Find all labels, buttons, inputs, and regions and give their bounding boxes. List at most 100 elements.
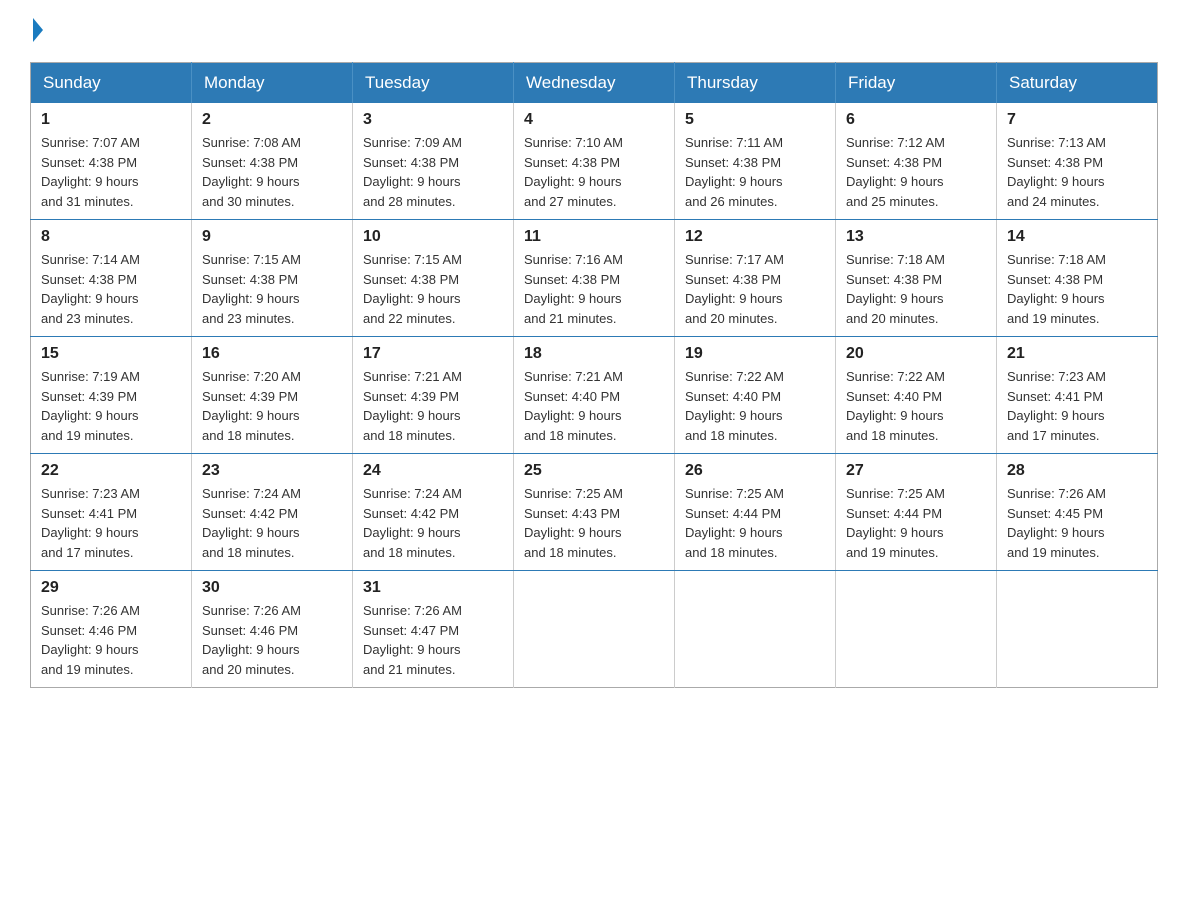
calendar-cell: 11 Sunrise: 7:16 AMSunset: 4:38 PMDaylig… [514,220,675,337]
day-number: 5 [685,111,825,129]
calendar-cell: 15 Sunrise: 7:19 AMSunset: 4:39 PMDaylig… [31,337,192,454]
weekday-header-sunday: Sunday [31,63,192,104]
calendar-cell: 18 Sunrise: 7:21 AMSunset: 4:40 PMDaylig… [514,337,675,454]
logo-blue-part [30,20,43,42]
day-info: Sunrise: 7:15 AMSunset: 4:38 PMDaylight:… [363,252,462,326]
calendar-cell: 2 Sunrise: 7:08 AMSunset: 4:38 PMDayligh… [192,103,353,220]
day-info: Sunrise: 7:07 AMSunset: 4:38 PMDaylight:… [41,135,140,209]
calendar-cell: 1 Sunrise: 7:07 AMSunset: 4:38 PMDayligh… [31,103,192,220]
day-info: Sunrise: 7:26 AMSunset: 4:47 PMDaylight:… [363,603,462,677]
calendar-cell: 8 Sunrise: 7:14 AMSunset: 4:38 PMDayligh… [31,220,192,337]
calendar-cell: 27 Sunrise: 7:25 AMSunset: 4:44 PMDaylig… [836,454,997,571]
calendar-cell: 12 Sunrise: 7:17 AMSunset: 4:38 PMDaylig… [675,220,836,337]
day-number: 9 [202,228,342,246]
calendar-week-row: 1 Sunrise: 7:07 AMSunset: 4:38 PMDayligh… [31,103,1158,220]
day-number: 25 [524,462,664,480]
calendar-week-row: 22 Sunrise: 7:23 AMSunset: 4:41 PMDaylig… [31,454,1158,571]
calendar-cell [675,571,836,688]
calendar-week-row: 15 Sunrise: 7:19 AMSunset: 4:39 PMDaylig… [31,337,1158,454]
day-info: Sunrise: 7:24 AMSunset: 4:42 PMDaylight:… [363,486,462,560]
calendar-cell: 23 Sunrise: 7:24 AMSunset: 4:42 PMDaylig… [192,454,353,571]
calendar-cell: 7 Sunrise: 7:13 AMSunset: 4:38 PMDayligh… [997,103,1158,220]
calendar-cell: 26 Sunrise: 7:25 AMSunset: 4:44 PMDaylig… [675,454,836,571]
day-info: Sunrise: 7:22 AMSunset: 4:40 PMDaylight:… [685,369,784,443]
calendar-cell: 22 Sunrise: 7:23 AMSunset: 4:41 PMDaylig… [31,454,192,571]
day-number: 31 [363,579,503,597]
day-info: Sunrise: 7:25 AMSunset: 4:43 PMDaylight:… [524,486,623,560]
day-info: Sunrise: 7:21 AMSunset: 4:39 PMDaylight:… [363,369,462,443]
calendar-cell: 24 Sunrise: 7:24 AMSunset: 4:42 PMDaylig… [353,454,514,571]
day-number: 14 [1007,228,1147,246]
weekday-header-saturday: Saturday [997,63,1158,104]
weekday-header-monday: Monday [192,63,353,104]
calendar-cell [514,571,675,688]
day-number: 29 [41,579,181,597]
calendar-cell: 30 Sunrise: 7:26 AMSunset: 4:46 PMDaylig… [192,571,353,688]
day-number: 26 [685,462,825,480]
weekday-header-tuesday: Tuesday [353,63,514,104]
day-number: 21 [1007,345,1147,363]
calendar-cell [836,571,997,688]
calendar-cell: 9 Sunrise: 7:15 AMSunset: 4:38 PMDayligh… [192,220,353,337]
calendar-table: SundayMondayTuesdayWednesdayThursdayFrid… [30,62,1158,688]
day-number: 20 [846,345,986,363]
day-info: Sunrise: 7:09 AMSunset: 4:38 PMDaylight:… [363,135,462,209]
calendar-week-row: 29 Sunrise: 7:26 AMSunset: 4:46 PMDaylig… [31,571,1158,688]
day-number: 16 [202,345,342,363]
day-number: 2 [202,111,342,129]
day-info: Sunrise: 7:17 AMSunset: 4:38 PMDaylight:… [685,252,784,326]
day-info: Sunrise: 7:15 AMSunset: 4:38 PMDaylight:… [202,252,301,326]
day-number: 4 [524,111,664,129]
day-number: 18 [524,345,664,363]
day-info: Sunrise: 7:16 AMSunset: 4:38 PMDaylight:… [524,252,623,326]
day-number: 17 [363,345,503,363]
day-number: 22 [41,462,181,480]
day-number: 7 [1007,111,1147,129]
day-info: Sunrise: 7:24 AMSunset: 4:42 PMDaylight:… [202,486,301,560]
day-number: 3 [363,111,503,129]
weekday-header-friday: Friday [836,63,997,104]
calendar-cell: 21 Sunrise: 7:23 AMSunset: 4:41 PMDaylig… [997,337,1158,454]
calendar-cell [997,571,1158,688]
calendar-cell: 25 Sunrise: 7:25 AMSunset: 4:43 PMDaylig… [514,454,675,571]
day-info: Sunrise: 7:26 AMSunset: 4:45 PMDaylight:… [1007,486,1106,560]
day-info: Sunrise: 7:25 AMSunset: 4:44 PMDaylight:… [685,486,784,560]
day-number: 8 [41,228,181,246]
day-info: Sunrise: 7:23 AMSunset: 4:41 PMDaylight:… [41,486,140,560]
day-info: Sunrise: 7:08 AMSunset: 4:38 PMDaylight:… [202,135,301,209]
page-header [30,20,1158,42]
day-info: Sunrise: 7:22 AMSunset: 4:40 PMDaylight:… [846,369,945,443]
calendar-cell: 28 Sunrise: 7:26 AMSunset: 4:45 PMDaylig… [997,454,1158,571]
logo [30,20,43,42]
day-info: Sunrise: 7:21 AMSunset: 4:40 PMDaylight:… [524,369,623,443]
weekday-header-wednesday: Wednesday [514,63,675,104]
calendar-cell: 5 Sunrise: 7:11 AMSunset: 4:38 PMDayligh… [675,103,836,220]
day-info: Sunrise: 7:19 AMSunset: 4:39 PMDaylight:… [41,369,140,443]
day-number: 27 [846,462,986,480]
day-info: Sunrise: 7:11 AMSunset: 4:38 PMDaylight:… [685,135,783,209]
day-info: Sunrise: 7:25 AMSunset: 4:44 PMDaylight:… [846,486,945,560]
calendar-cell: 17 Sunrise: 7:21 AMSunset: 4:39 PMDaylig… [353,337,514,454]
day-info: Sunrise: 7:26 AMSunset: 4:46 PMDaylight:… [202,603,301,677]
day-info: Sunrise: 7:26 AMSunset: 4:46 PMDaylight:… [41,603,140,677]
day-number: 24 [363,462,503,480]
day-number: 15 [41,345,181,363]
calendar-cell: 29 Sunrise: 7:26 AMSunset: 4:46 PMDaylig… [31,571,192,688]
day-number: 10 [363,228,503,246]
day-info: Sunrise: 7:12 AMSunset: 4:38 PMDaylight:… [846,135,945,209]
day-info: Sunrise: 7:13 AMSunset: 4:38 PMDaylight:… [1007,135,1106,209]
day-info: Sunrise: 7:18 AMSunset: 4:38 PMDaylight:… [846,252,945,326]
calendar-cell: 19 Sunrise: 7:22 AMSunset: 4:40 PMDaylig… [675,337,836,454]
day-number: 23 [202,462,342,480]
day-number: 12 [685,228,825,246]
calendar-cell: 31 Sunrise: 7:26 AMSunset: 4:47 PMDaylig… [353,571,514,688]
day-number: 28 [1007,462,1147,480]
day-info: Sunrise: 7:10 AMSunset: 4:38 PMDaylight:… [524,135,623,209]
calendar-cell: 14 Sunrise: 7:18 AMSunset: 4:38 PMDaylig… [997,220,1158,337]
day-info: Sunrise: 7:18 AMSunset: 4:38 PMDaylight:… [1007,252,1106,326]
logo-triangle-icon [33,18,43,42]
day-number: 1 [41,111,181,129]
calendar-cell: 4 Sunrise: 7:10 AMSunset: 4:38 PMDayligh… [514,103,675,220]
day-info: Sunrise: 7:20 AMSunset: 4:39 PMDaylight:… [202,369,301,443]
day-number: 19 [685,345,825,363]
